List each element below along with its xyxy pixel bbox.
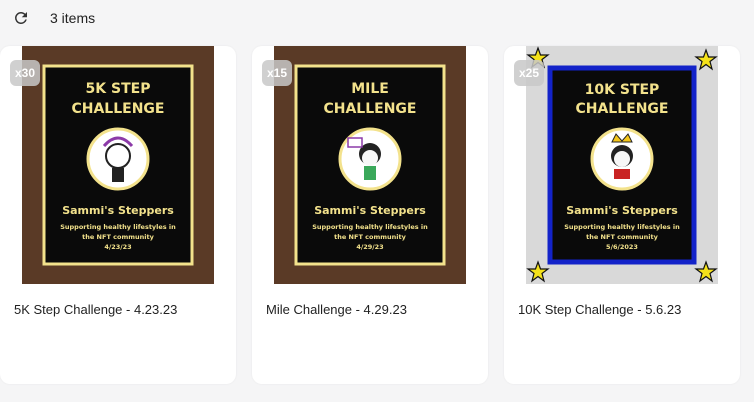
poster-line1: 5K STEP [86,81,151,97]
item-card-5k[interactable]: 5K STEP CHALLENGE Sammi's Steppers Suppo… [0,46,236,384]
toolbar: 3 items [0,0,754,38]
poster-line2: CHALLENGE [575,101,668,117]
poster-date: 5/6/2023 [606,243,638,251]
poster-tagline2: the NFT community [82,233,154,241]
item-title[interactable]: 5K Step Challenge - 4.23.23 [14,302,177,317]
poster-line2: CHALLENGE [323,101,416,117]
poster-team: Sammi's Steppers [62,204,174,217]
poster-tagline2: the NFT community [586,233,658,241]
poster-date: 4/23/23 [104,243,131,251]
poster-line1: 10K STEP [585,82,660,98]
poster-tagline2: the NFT community [334,233,406,241]
poster-tagline1: Supporting healthy lifestyles in [312,223,428,231]
poster-tagline1: Supporting healthy lifestyles in [564,223,680,231]
quantity-badge: x30 [10,60,40,86]
poster-line1: MILE [351,81,389,97]
item-image: 5K STEP CHALLENGE Sammi's Steppers Suppo… [22,46,214,284]
quantity-badge: x25 [514,60,544,86]
item-image: MILE CHALLENGE Sammi's Steppers Supporti… [274,46,466,284]
item-card-10k[interactable]: 10K STEP CHALLENGE Sammi's Steppers Supp… [504,46,740,384]
poster-line2: CHALLENGE [71,101,164,117]
item-title[interactable]: 10K Step Challenge - 5.6.23 [518,302,681,317]
quantity-badge: x15 [262,60,292,86]
poster-tagline1: Supporting healthy lifestyles in [60,223,176,231]
poster-team: Sammi's Steppers [314,204,426,217]
item-card-mile[interactable]: MILE CHALLENGE Sammi's Steppers Supporti… [252,46,488,384]
poster-date: 4/29/23 [356,243,383,251]
items-count: 3 items [50,10,96,26]
item-image: 10K STEP CHALLENGE Sammi's Steppers Supp… [526,46,718,284]
item-title[interactable]: Mile Challenge - 4.29.23 [266,302,407,317]
refresh-icon[interactable] [12,9,30,27]
poster-team: Sammi's Steppers [566,204,678,217]
